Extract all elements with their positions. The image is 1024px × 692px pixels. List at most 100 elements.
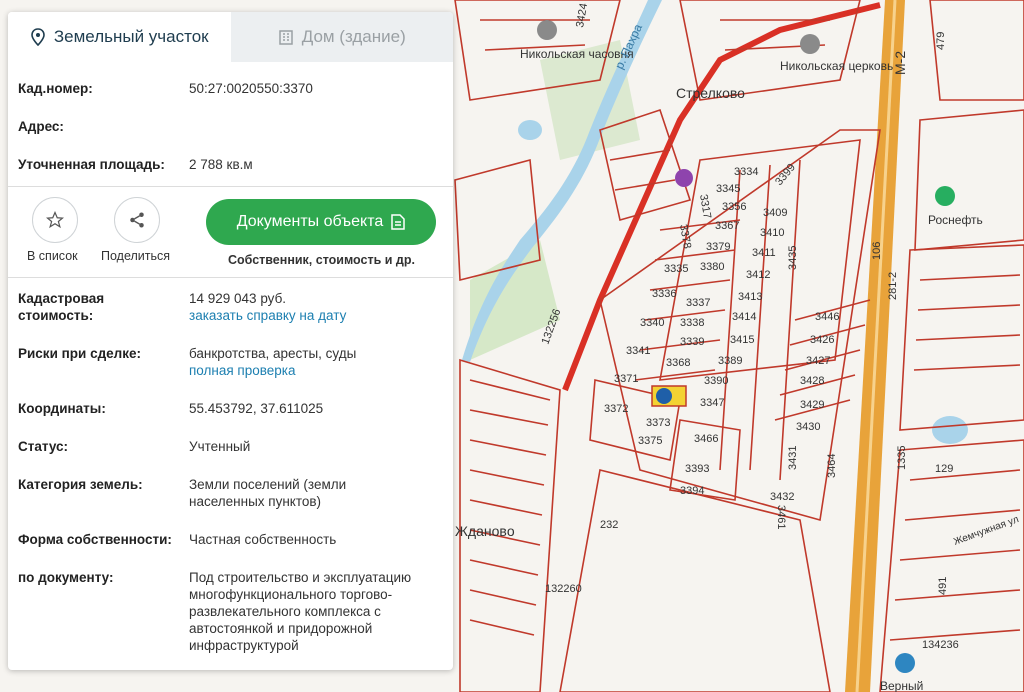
svg-text:3432: 3432 <box>770 491 794 503</box>
info-panel: Земельный участок Дом (здание) Кад.номер… <box>8 12 453 670</box>
svg-text:134236: 134236 <box>922 639 959 651</box>
pin-icon <box>31 28 45 46</box>
coords-label: Координаты: <box>18 401 106 416</box>
share-label: Поделиться <box>101 249 171 263</box>
svg-text:М-2: М-2 <box>892 51 908 75</box>
risk-value: банкротства, аресты, суды <box>189 346 357 361</box>
cost-row: Кадастровая стоимость: 14 929 043 руб. з… <box>8 290 453 324</box>
label-strelkovo: Стрелково <box>676 85 745 101</box>
svg-text:129: 129 <box>935 463 953 475</box>
svg-text:3368: 3368 <box>666 357 690 369</box>
status-label: Статус: <box>18 439 68 454</box>
tab-building-label: Дом (здание) <box>301 27 406 46</box>
pond <box>932 416 968 444</box>
cadnum-row: Кад.номер: 50:27:0020550:3370 <box>8 80 453 97</box>
area-label: Уточненная площадь: <box>18 157 165 172</box>
svg-text:3371: 3371 <box>614 373 638 385</box>
svg-text:3379: 3379 <box>706 241 730 253</box>
shop-icon <box>895 653 915 673</box>
svg-text:3337: 3337 <box>686 297 710 309</box>
svg-text:3430: 3430 <box>796 421 820 433</box>
document-icon <box>391 214 406 230</box>
svg-text:3334: 3334 <box>734 166 758 178</box>
document-purpose-line1: Под строительство и эксплуатацию <box>189 570 412 585</box>
risk-label: Риски при сделке: <box>18 346 141 361</box>
risk-row: Риски при сделке: банкротства, аресты, с… <box>8 345 453 379</box>
document-purpose-line2: многофункционального торгово- <box>189 587 393 602</box>
mall-icon <box>675 169 693 187</box>
svg-text:3446: 3446 <box>815 311 839 323</box>
svg-text:3393: 3393 <box>685 463 709 475</box>
svg-text:491: 491 <box>937 577 949 595</box>
svg-text:3427: 3427 <box>806 355 830 367</box>
actions-bar: В список Поделиться Документы объекта Со… <box>8 187 453 277</box>
svg-text:3341: 3341 <box>626 345 650 357</box>
label-verny: Верный <box>880 679 923 692</box>
label-church: Никольская церковь <box>780 59 893 73</box>
tab-land-plot[interactable]: Земельный участок <box>8 12 231 62</box>
documents-button-label: Документы объекта <box>236 213 384 230</box>
area-row: Уточненная площадь: 2 788 кв.м <box>8 156 453 173</box>
full-check-link[interactable]: полная проверка <box>189 362 356 379</box>
svg-text:479: 479 <box>935 32 947 50</box>
cost-value: 14 929 043 руб. <box>189 291 287 306</box>
svg-text:132260: 132260 <box>545 583 582 595</box>
location-marker[interactable] <box>656 388 672 404</box>
gas-station-icon <box>935 186 955 206</box>
svg-text:3464: 3464 <box>826 454 838 478</box>
svg-text:281-2: 281-2 <box>887 272 899 300</box>
document-purpose-label: по документу: <box>18 570 114 585</box>
building-icon <box>278 30 293 45</box>
svg-text:3426: 3426 <box>810 334 834 346</box>
documents-button[interactable]: Документы объекта <box>206 199 436 245</box>
favorite-button[interactable] <box>32 197 78 243</box>
svg-text:3372: 3372 <box>604 403 628 415</box>
document-purpose-line4: автостоянкой и придорожной <box>189 621 373 636</box>
svg-text:3466: 3466 <box>694 433 718 445</box>
label-rosneft: Роснефть <box>928 213 983 227</box>
svg-text:3338: 3338 <box>680 317 704 329</box>
document-purpose-line3: развлекательного комплекса с <box>189 604 381 619</box>
category-row: Категория земель: Земли поселений (земли… <box>8 476 453 510</box>
cadnum-value[interactable]: 50:27:0020550:3370 <box>189 80 313 97</box>
tab-building[interactable]: Дом (здание) <box>230 12 453 62</box>
svg-text:3429: 3429 <box>800 399 824 411</box>
church-icon <box>800 34 820 54</box>
svg-text:3461: 3461 <box>775 505 787 529</box>
category-label: Категория земель: <box>18 477 143 492</box>
favorite-label: В список <box>27 249 78 263</box>
cost-label-line2: стоимость: <box>18 308 94 323</box>
ownership-value: Частная собственность <box>189 532 337 547</box>
status-row: Статус: Учтенный <box>8 438 453 455</box>
label-zhdanovo: Ждановo <box>455 523 515 539</box>
share-button[interactable] <box>114 197 160 243</box>
category-value-line2: населенных пунктов) <box>189 494 322 509</box>
tab-bar: Земельный участок Дом (здание) <box>8 12 453 62</box>
svg-text:3375: 3375 <box>638 435 662 447</box>
svg-text:3412: 3412 <box>746 269 770 281</box>
category-value-line1: Земли поселений (земли <box>189 477 347 492</box>
svg-text:3413: 3413 <box>738 291 762 303</box>
svg-text:3380: 3380 <box>700 261 724 273</box>
svg-text:3373: 3373 <box>646 417 670 429</box>
documents-subtitle: Собственник, стоимость и др. <box>228 253 415 267</box>
svg-text:3367: 3367 <box>715 220 739 232</box>
svg-text:3409: 3409 <box>763 207 787 219</box>
svg-text:3345: 3345 <box>716 183 740 195</box>
status-value: Учтенный <box>189 439 251 454</box>
address-row: Адрес: <box>8 118 453 135</box>
svg-text:3428: 3428 <box>800 375 824 387</box>
svg-text:3356: 3356 <box>722 201 746 213</box>
ownership-label: Форма собственности: <box>18 532 172 547</box>
cadnum-label: Кад.номер: <box>18 81 93 96</box>
cost-label-line1: Кадастровая <box>18 291 105 306</box>
coords-value: 55.453792, 37.611025 <box>189 401 324 416</box>
order-certificate-link[interactable]: заказать справку на дату <box>189 307 346 324</box>
svg-text:3336: 3336 <box>652 288 676 300</box>
ownership-row: Форма собственности: Частная собственнос… <box>8 531 453 548</box>
address-label: Адрес: <box>18 119 64 134</box>
svg-text:3411: 3411 <box>752 247 776 259</box>
pond <box>518 120 542 140</box>
document-purpose-row: по документу: Под строительство и эксплу… <box>8 569 453 654</box>
svg-text:232: 232 <box>600 519 618 531</box>
